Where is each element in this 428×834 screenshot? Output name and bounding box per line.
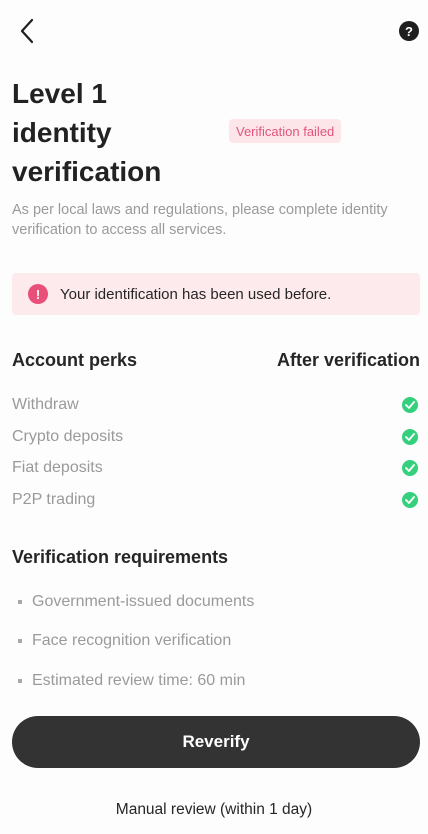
check-circle-icon [402, 492, 418, 508]
chevron-left-icon [20, 18, 34, 44]
back-button[interactable] [12, 16, 42, 46]
bullet-icon [18, 600, 22, 604]
check-circle-icon [402, 429, 418, 445]
perk-row-fiat-deposits: Fiat deposits [12, 457, 420, 479]
bullet-icon [18, 639, 22, 643]
check-circle-icon [402, 397, 418, 413]
requirement-item: Estimated review time: 60 min [18, 672, 245, 690]
bullet-icon [18, 679, 22, 683]
question-circle-icon: ? [405, 23, 413, 39]
alert-text: Your identification has been used before… [60, 285, 332, 303]
perk-label: Fiat deposits [12, 459, 103, 476]
perk-row-p2p-trading: P2P trading [12, 489, 420, 511]
perk-row-withdraw: Withdraw [12, 394, 420, 416]
manual-review-link[interactable]: Manual review (within 1 day) [0, 801, 428, 819]
perks-left-header: Account perks [12, 350, 138, 370]
page-subtitle: As per local laws and regulations, pleas… [12, 202, 388, 238]
perk-label: Crypto deposits [12, 428, 124, 445]
status-badge: Verification failed [229, 119, 342, 143]
requirement-label: Estimated review time: 60 min [32, 672, 246, 689]
reverify-button[interactable]: Reverify [12, 716, 420, 768]
requirements-title: Verification requirements [12, 547, 229, 567]
requirement-label: Face recognition verification [32, 632, 232, 649]
perk-label: Withdraw [12, 396, 79, 413]
perks-header: Account perks After verification [12, 350, 420, 371]
exclamation-circle-icon: ! [28, 284, 48, 304]
requirement-label: Government-issued documents [32, 593, 255, 610]
perk-label: P2P trading [12, 491, 96, 508]
page-title: Level 1 identity verification [12, 78, 162, 187]
requirement-item: Face recognition verification [18, 632, 231, 650]
perk-row-crypto-deposits: Crypto deposits [12, 426, 420, 448]
perks-right-header: After verification [276, 350, 420, 370]
help-button[interactable]: ? [399, 21, 419, 41]
requirement-item: Government-issued documents [18, 593, 254, 611]
error-alert: ! Your identification has been used befo… [12, 273, 420, 315]
check-circle-icon [402, 460, 418, 476]
